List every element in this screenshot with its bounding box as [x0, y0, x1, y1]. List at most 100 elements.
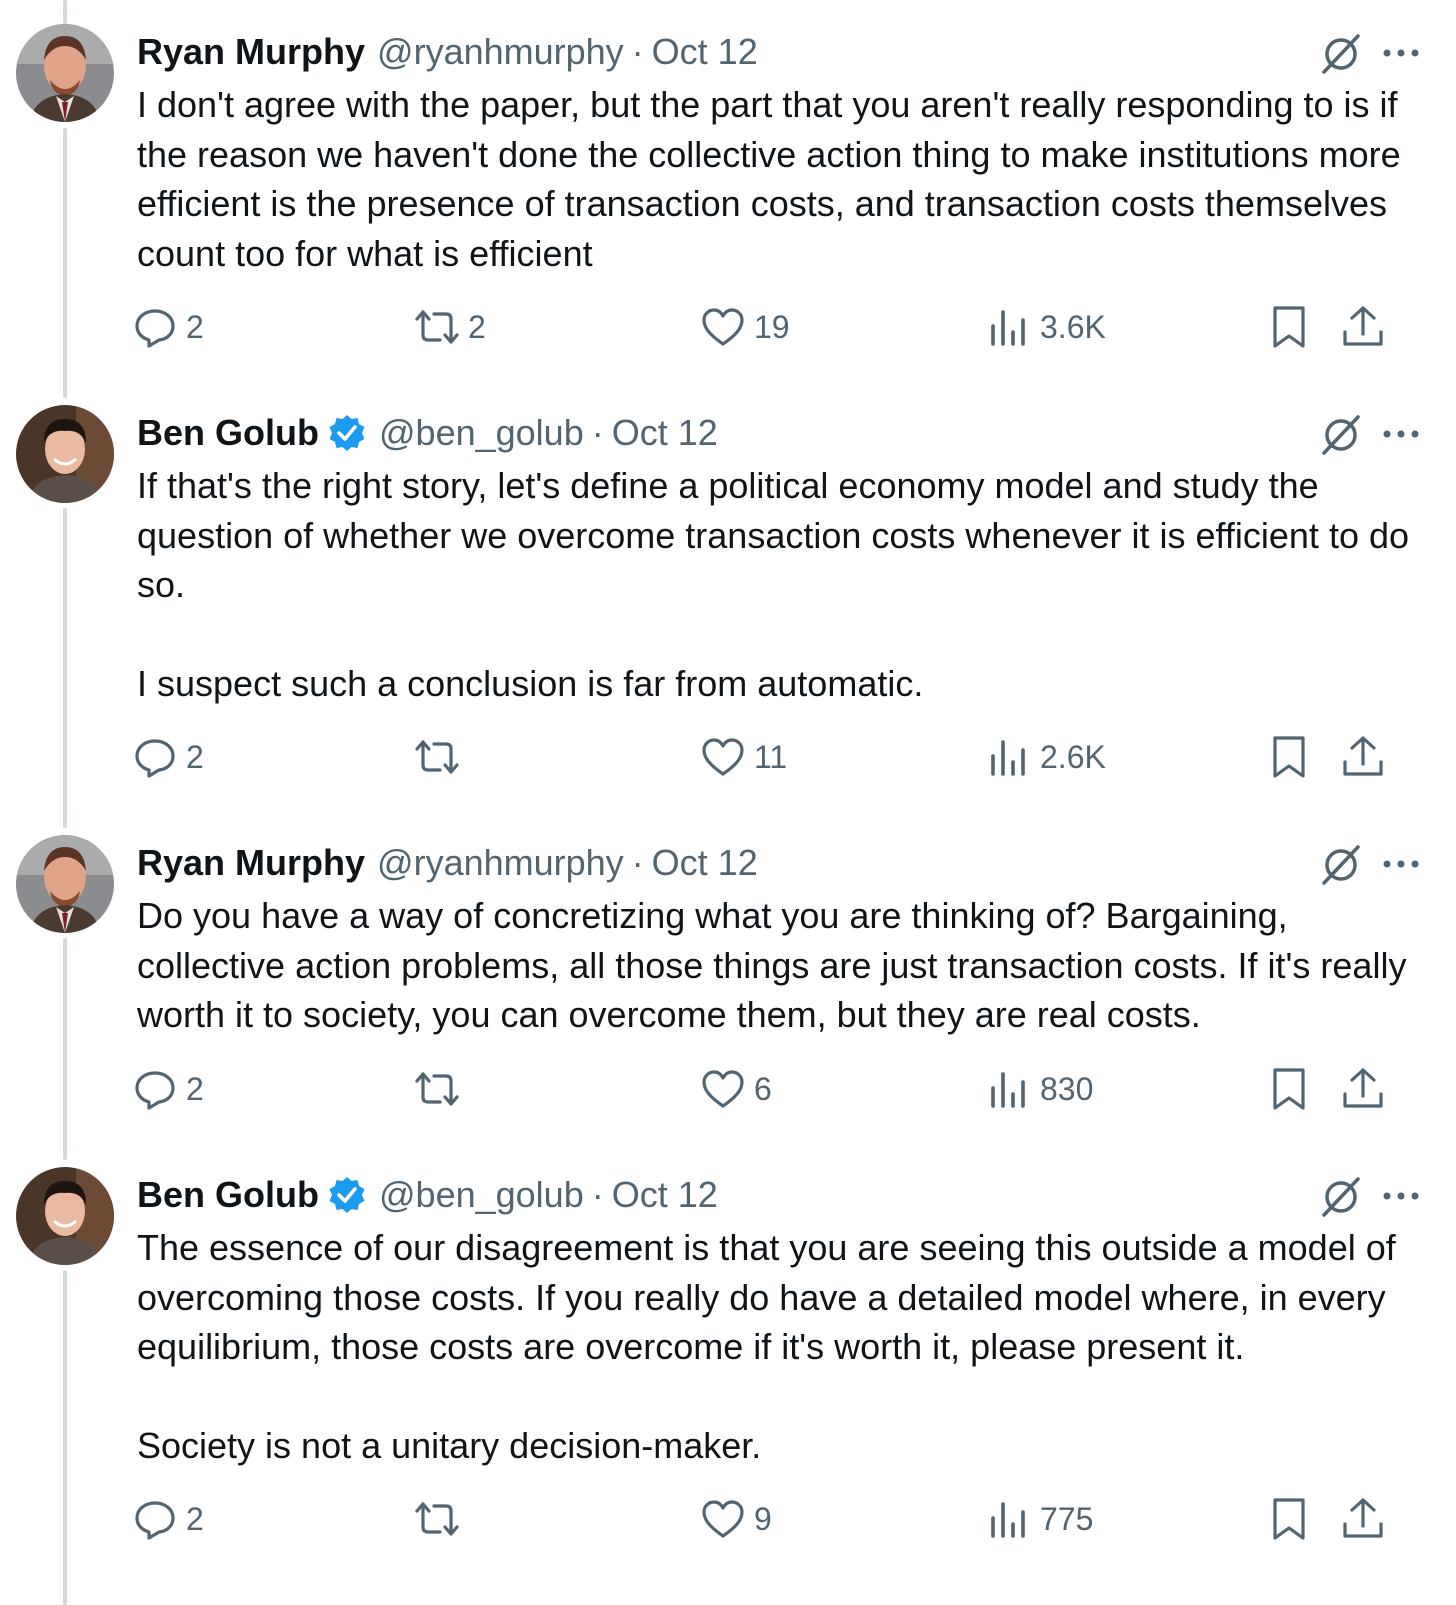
- heart-icon: [702, 1500, 744, 1538]
- more-icon[interactable]: [1380, 419, 1422, 449]
- repost-button[interactable]: [414, 1489, 468, 1549]
- author-name[interactable]: Ryan Murphy: [137, 842, 365, 884]
- avatar[interactable]: [16, 24, 114, 122]
- tweet-date[interactable]: Oct 12: [652, 842, 758, 884]
- views-count: 775: [1040, 1500, 1094, 1537]
- like-count: 9: [754, 1500, 772, 1537]
- more-icon[interactable]: [1380, 38, 1422, 68]
- tweet-paragraph: I don't agree with the paper, but the pa…: [137, 84, 1401, 274]
- verified-badge-icon: [329, 1177, 365, 1213]
- repost-button[interactable]: 2: [414, 297, 486, 357]
- tweet-date[interactable]: Oct 12: [612, 412, 718, 454]
- bookmark-icon: [1273, 1498, 1305, 1540]
- views-count: 3.6K: [1040, 308, 1106, 345]
- tweet-text: If that's the right story, let's define …: [137, 461, 1437, 709]
- share-icon: [1343, 736, 1383, 776]
- reply-button[interactable]: 2: [132, 1489, 204, 1549]
- reply-count: 2: [186, 1070, 204, 1107]
- separator-dot: ·: [631, 31, 644, 72]
- bookmark-button[interactable]: [1266, 727, 1312, 787]
- share-icon: [1343, 1068, 1383, 1108]
- views-button[interactable]: 3.6K: [986, 297, 1106, 357]
- avatar[interactable]: [16, 1167, 114, 1265]
- share-button[interactable]: [1340, 1489, 1386, 1549]
- separator-dot: ·: [591, 412, 604, 453]
- grok-icon[interactable]: [1318, 1173, 1364, 1219]
- grok-icon[interactable]: [1318, 411, 1364, 457]
- author-name[interactable]: Ben Golub: [137, 412, 319, 454]
- author-name[interactable]: Ben Golub: [137, 1174, 319, 1216]
- like-button[interactable]: 19: [700, 297, 790, 357]
- heart-icon: [702, 308, 744, 346]
- thread-line: [63, 0, 67, 24]
- like-count: 6: [754, 1070, 772, 1107]
- action-bar: 2 9 775: [0, 1489, 1456, 1549]
- reply-icon: [135, 309, 175, 348]
- views-button[interactable]: 775: [986, 1489, 1093, 1549]
- reply-button[interactable]: 2: [132, 297, 204, 357]
- tweet-text: The essence of our disagreement is that …: [137, 1223, 1437, 1471]
- action-bar: 2 11 2.6K: [0, 727, 1456, 787]
- more-icon[interactable]: [1380, 1181, 1422, 1211]
- reply-button[interactable]: 2: [132, 727, 204, 787]
- views-button[interactable]: 2.6K: [986, 727, 1106, 787]
- like-button[interactable]: 9: [700, 1489, 772, 1549]
- like-button[interactable]: 11: [700, 727, 787, 787]
- share-icon: [1343, 306, 1383, 346]
- tweet-date[interactable]: Oct 12: [612, 1174, 718, 1216]
- bookmark-button[interactable]: [1266, 1489, 1312, 1549]
- like-button[interactable]: 6: [700, 1059, 772, 1119]
- author-handle[interactable]: @ben_golub: [379, 1174, 584, 1216]
- author-handle[interactable]: @ryanhmurphy: [377, 31, 624, 73]
- reply-button[interactable]: 2: [132, 1059, 204, 1119]
- reply-icon: [135, 1071, 175, 1110]
- repost-button[interactable]: [414, 727, 468, 787]
- reply-count: 2: [186, 738, 204, 775]
- like-count: 11: [754, 738, 788, 775]
- grok-icon[interactable]: [1318, 30, 1364, 76]
- tweet-paragraph: The essence of our disagreement is that …: [137, 1227, 1396, 1367]
- tweet-paragraph: I suspect such a conclusion is far from …: [137, 663, 924, 704]
- heart-icon: [702, 738, 744, 776]
- views-count: 830: [1040, 1070, 1094, 1107]
- bookmark-icon: [1273, 306, 1305, 348]
- views-icon: [991, 1072, 1025, 1108]
- author-name[interactable]: Ryan Murphy: [137, 31, 365, 73]
- action-bar: 2 2 19 3.6K: [0, 297, 1456, 357]
- share-icon: [1343, 1498, 1383, 1538]
- repost-icon: [415, 740, 459, 774]
- thread-line: [63, 938, 67, 1160]
- reply-count: 2: [186, 1500, 204, 1537]
- repost-icon: [415, 1502, 459, 1536]
- tweet-text: I don't agree with the paper, but the pa…: [137, 80, 1437, 278]
- tweet-paragraph: Do you have a way of concretizing what y…: [137, 895, 1407, 1035]
- more-icon[interactable]: [1380, 849, 1422, 879]
- bookmark-icon: [1273, 1068, 1305, 1110]
- share-button[interactable]: [1340, 727, 1386, 787]
- repost-icon: [415, 310, 459, 344]
- views-count: 2.6K: [1040, 738, 1106, 775]
- reply-count: 2: [186, 308, 204, 345]
- author-handle[interactable]: @ryanhmurphy: [377, 842, 624, 884]
- bookmark-button[interactable]: [1266, 297, 1312, 357]
- avatar[interactable]: [16, 835, 114, 933]
- reply-icon: [135, 739, 175, 778]
- bookmark-button[interactable]: [1266, 1059, 1312, 1119]
- avatar[interactable]: [16, 405, 114, 503]
- tweet-text: Do you have a way of concretizing what y…: [137, 891, 1437, 1040]
- share-button[interactable]: [1340, 1059, 1386, 1119]
- share-button[interactable]: [1340, 297, 1386, 357]
- like-count: 19: [754, 308, 790, 345]
- bookmark-icon: [1273, 736, 1305, 778]
- verified-badge-icon: [329, 415, 365, 451]
- tweet-paragraph: Society is not a unitary decision-maker.: [137, 1425, 762, 1466]
- views-icon: [991, 740, 1025, 776]
- grok-icon[interactable]: [1318, 841, 1364, 887]
- separator-dot: ·: [631, 842, 644, 883]
- views-icon: [991, 1502, 1025, 1538]
- repost-button[interactable]: [414, 1059, 468, 1119]
- views-button[interactable]: 830: [986, 1059, 1093, 1119]
- tweet-date[interactable]: Oct 12: [652, 31, 758, 73]
- author-handle[interactable]: @ben_golub: [379, 412, 584, 454]
- reply-icon: [135, 1501, 175, 1540]
